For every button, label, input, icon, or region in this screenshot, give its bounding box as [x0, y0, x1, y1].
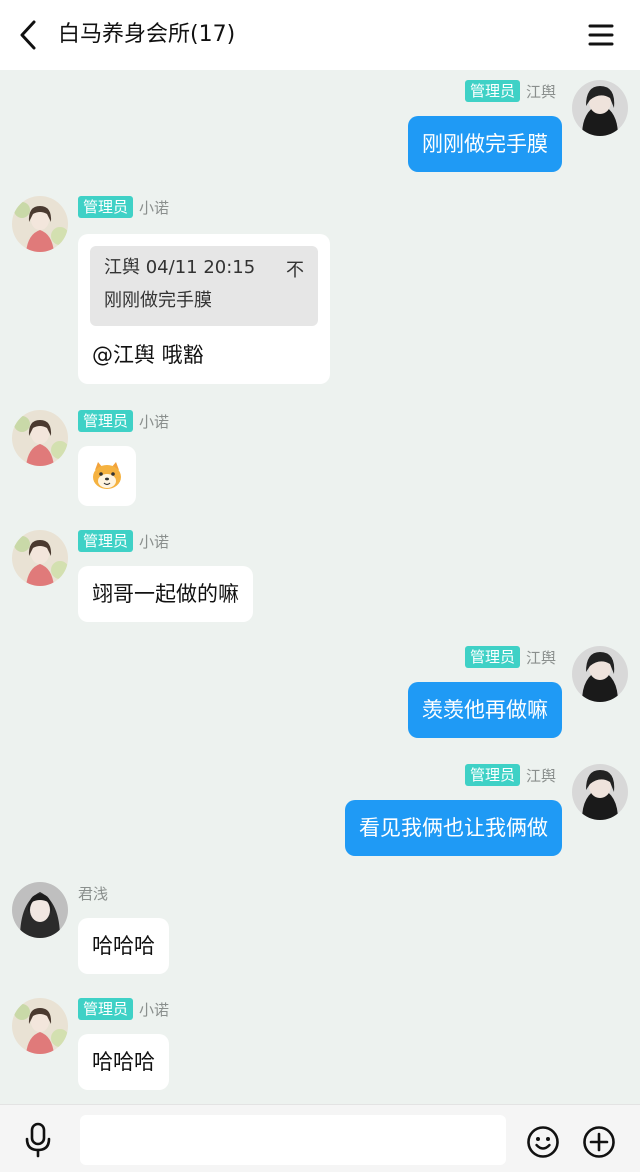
- message-bubble[interactable]: 哈哈哈: [78, 918, 169, 974]
- menu-button[interactable]: [584, 20, 618, 50]
- quote-text: 刚刚做完手膜: [104, 290, 212, 311]
- avatar-image: [12, 530, 68, 586]
- sender-name: 江舆: [525, 766, 556, 785]
- message-bubble[interactable]: 看见我俩也让我俩做: [345, 800, 562, 856]
- voice-button[interactable]: [22, 1121, 54, 1159]
- chat-title: 白马养身会所(17): [58, 22, 236, 47]
- avatar-image: [12, 410, 68, 466]
- message-bubble[interactable]: 翊哥一起做的嘛: [78, 566, 253, 622]
- message-meta: 管理员 小诺: [78, 410, 169, 432]
- admin-badge: 管理员: [78, 410, 134, 432]
- avatar[interactable]: [12, 882, 68, 938]
- sender-name: 小诺: [139, 532, 170, 551]
- sender-name: 君浅: [78, 884, 109, 903]
- message-meta: 管理员 江舆: [464, 764, 556, 786]
- admin-badge: 管理员: [78, 998, 134, 1020]
- smiley-emoji-icon: [527, 1126, 559, 1158]
- plus-circle-icon: [583, 1126, 615, 1158]
- avatar-image: [12, 196, 68, 252]
- avatar-image: [572, 646, 628, 702]
- emoji-button[interactable]: [526, 1125, 560, 1159]
- message-meta: 管理员 小诺: [78, 196, 169, 218]
- message-meta: 管理员 江舆: [464, 646, 556, 668]
- avatar[interactable]: [12, 530, 68, 586]
- sender-name: 小诺: [139, 412, 170, 431]
- admin-badge: 管理员: [78, 196, 134, 218]
- message-text: @江舆 哦豁: [92, 343, 204, 367]
- admin-badge: 管理员: [464, 646, 520, 668]
- sender-name: 小诺: [139, 198, 170, 217]
- admin-badge: 管理员: [464, 80, 520, 102]
- message-list[interactable]: 管理员 江舆 刚刚做完手膜 管理员 小诺 江舆 04/11 20:15 不 刚刚…: [0, 70, 640, 1104]
- back-button[interactable]: [14, 18, 42, 52]
- sender-name: 小诺: [139, 1000, 170, 1019]
- sender-name: 江舆: [525, 82, 556, 101]
- chevron-left-icon: [20, 20, 36, 50]
- microphone-icon: [25, 1122, 51, 1158]
- sender-name: 江舆: [525, 648, 556, 667]
- quote-author: 江舆: [104, 257, 140, 278]
- avatar-image: [12, 998, 68, 1054]
- message-meta: 管理员 江舆: [464, 80, 556, 102]
- admin-badge: 管理员: [464, 764, 520, 786]
- avatar-image: [572, 80, 628, 136]
- message-meta: 管理员 小诺: [78, 530, 169, 552]
- sticker-message[interactable]: [78, 446, 136, 506]
- more-actions-button[interactable]: [582, 1125, 616, 1159]
- avatar[interactable]: [12, 998, 68, 1054]
- quoted-message[interactable]: 江舆 04/11 20:15 不 刚刚做完手膜: [90, 246, 318, 326]
- chat-header: 白马养身会所(17): [0, 0, 640, 70]
- hamburger-menu-icon: [588, 24, 614, 46]
- avatar[interactable]: [572, 80, 628, 136]
- avatar[interactable]: [12, 196, 68, 252]
- quote-pin-icon: 不: [286, 260, 304, 281]
- message-bubble[interactable]: 哈哈哈: [78, 1034, 169, 1090]
- input-bar: [0, 1104, 640, 1172]
- message-bubble[interactable]: 羡羡他再做嘛: [408, 682, 562, 738]
- avatar[interactable]: [572, 764, 628, 820]
- message-input[interactable]: [80, 1115, 506, 1165]
- message-bubble[interactable]: 刚刚做完手膜: [408, 116, 562, 172]
- avatar[interactable]: [12, 410, 68, 466]
- message-meta: 管理员 小诺: [78, 998, 169, 1020]
- shiba-dog-emoji-icon: [93, 462, 121, 489]
- message-meta: 君浅: [78, 882, 108, 904]
- quote-header: 江舆 04/11 20:15: [104, 254, 304, 282]
- avatar-image: [572, 764, 628, 820]
- avatar-image: [12, 882, 68, 938]
- admin-badge: 管理员: [78, 530, 134, 552]
- quote-time: 04/11 20:15: [145, 257, 256, 278]
- message-bubble[interactable]: 江舆 04/11 20:15 不 刚刚做完手膜 @江舆 哦豁: [78, 234, 330, 384]
- avatar[interactable]: [572, 646, 628, 702]
